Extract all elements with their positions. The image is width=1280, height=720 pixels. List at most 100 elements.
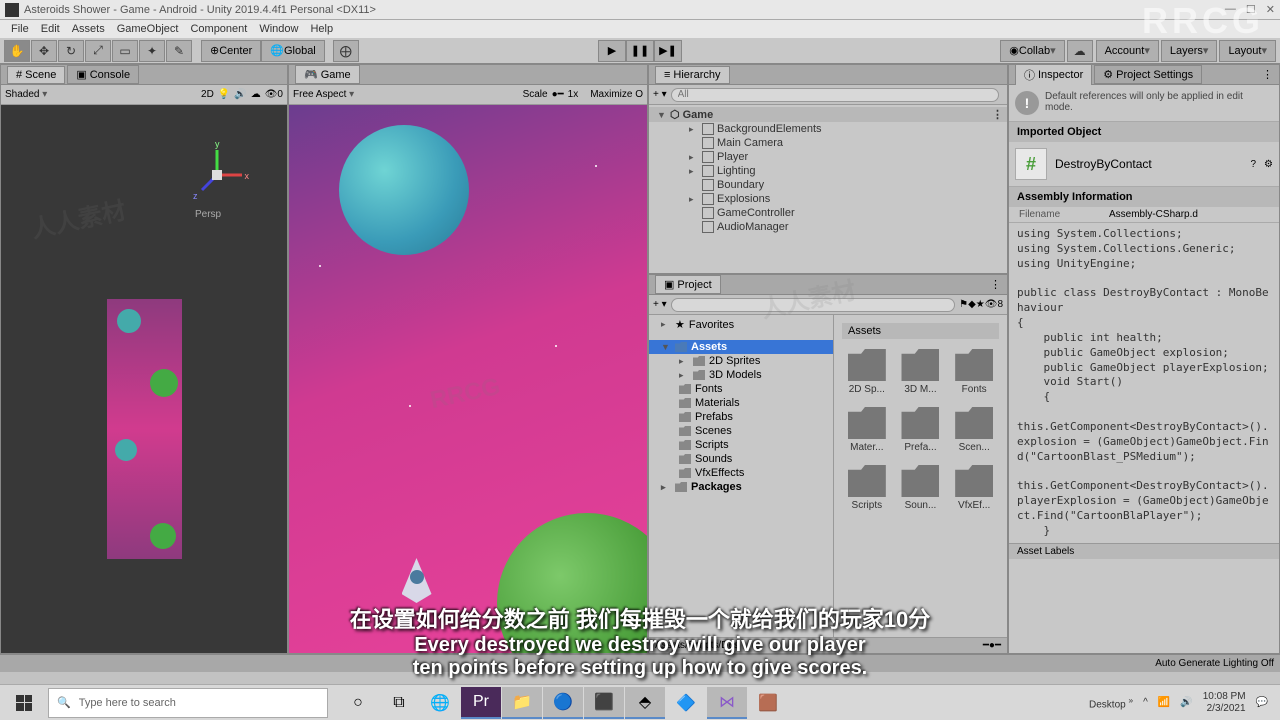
project-tree[interactable]: ▸★ Favorites ▼ Assets ▸ 2D Sprites ▸ 3D … — [649, 315, 834, 637]
scene-view[interactable]: x y z Persp — [1, 105, 287, 653]
scale-slider[interactable]: ●━ — [552, 89, 564, 100]
layout-dropdown[interactable]: Layout — [1219, 40, 1276, 62]
scale-tool[interactable]: ⤢ — [85, 40, 111, 62]
tab-game[interactable]: 🎮 Game — [295, 65, 360, 84]
taskbar-clock[interactable]: 10:08 PM 2/3/2021 — [1203, 691, 1246, 715]
task-taskview[interactable]: ⧉ — [379, 687, 419, 719]
desktop-toolbar[interactable]: Desktop » — [1089, 695, 1133, 710]
task-explorer[interactable]: 📁 — [502, 687, 542, 719]
hierarchy-list[interactable]: ▼⬡ Game⋮ ▸ BackgroundElements Main Camer… — [649, 105, 1007, 273]
maximize-button[interactable]: ☐ — [1246, 3, 1256, 16]
menu-component[interactable]: Component — [184, 23, 253, 35]
task-premiere[interactable]: Pr — [461, 687, 501, 719]
hierarchy-item[interactable]: GameController — [649, 206, 1007, 220]
grid-folder[interactable]: 2D Sp... — [842, 345, 892, 399]
close-button[interactable]: ✕ — [1266, 3, 1275, 16]
notifications-button[interactable]: 💬 — [1256, 697, 1268, 708]
project-folder[interactable]: Materials — [649, 396, 833, 410]
task-vs[interactable]: ⋈ — [707, 687, 747, 719]
gizmo-toggle[interactable]: 👁0 — [265, 89, 283, 100]
project-folder[interactable]: Scenes — [649, 424, 833, 438]
grid-folder[interactable]: Prefa... — [896, 403, 946, 457]
task-chrome[interactable]: 🔵 — [543, 687, 583, 719]
hierarchy-search[interactable] — [671, 88, 999, 102]
grid-folder[interactable]: Scripts — [842, 461, 892, 515]
pivot-toggle[interactable]: ⊕Center — [201, 40, 261, 62]
lighting-toggle[interactable]: 💡 — [218, 89, 230, 100]
task-unity[interactable]: ⬘ — [625, 687, 665, 719]
collab-dropdown[interactable]: ◉ Collab — [1000, 40, 1064, 62]
project-favorites[interactable]: ▸★ Favorites — [649, 317, 833, 332]
project-folder[interactable]: ▸ 3D Models — [649, 368, 833, 382]
project-folder[interactable]: VfxEffects — [649, 466, 833, 480]
hierarchy-item[interactable]: Main Camera — [649, 136, 1007, 150]
rotate-tool[interactable]: ↻ — [58, 40, 84, 62]
task-cortana[interactable]: ○ — [338, 687, 378, 719]
orientation-gizmo[interactable]: x y z Persp — [187, 145, 247, 205]
move-tool[interactable]: ✥ — [31, 40, 57, 62]
transform-tool[interactable]: ✦ — [139, 40, 165, 62]
menu-file[interactable]: File — [5, 23, 35, 35]
hierarchy-item[interactable]: ▸ BackgroundElements — [649, 122, 1007, 136]
tab-inspector[interactable]: ⓘ Inspector — [1015, 64, 1092, 86]
task-app2[interactable]: 🔷 — [666, 687, 706, 719]
space-toggle[interactable]: 🌐Global — [261, 40, 325, 62]
tab-hierarchy[interactable]: ≡ Hierarchy — [655, 66, 730, 84]
gear-icon[interactable]: ⚙ — [1264, 159, 1273, 170]
fx-toggle[interactable]: ☁ — [251, 89, 261, 100]
tab-project[interactable]: ▣ Project — [655, 275, 721, 294]
project-assets-root[interactable]: ▼ Assets — [649, 340, 833, 354]
task-app3[interactable]: 🟫 — [748, 687, 788, 719]
project-folder[interactable]: Fonts — [649, 382, 833, 396]
project-grid[interactable]: Assets 2D Sp... 3D M... Fonts Mater... P… — [834, 315, 1007, 637]
step-button[interactable]: ▶❚ — [654, 40, 682, 62]
hierarchy-scene-root[interactable]: ▼⬡ Game⋮ — [649, 107, 1007, 122]
project-folder[interactable]: Prefabs — [649, 410, 833, 424]
minimize-button[interactable]: — — [1225, 3, 1236, 16]
tab-scene[interactable]: # Scene — [7, 66, 65, 84]
hand-tool[interactable]: ✋ — [4, 40, 30, 62]
pause-button[interactable]: ❚❚ — [626, 40, 654, 62]
create-dropdown[interactable]: + ▾ — [653, 89, 667, 100]
tray-network[interactable]: 📶 — [1158, 697, 1170, 708]
project-folder[interactable]: ▸ 2D Sprites — [649, 354, 833, 368]
menu-window[interactable]: Window — [253, 23, 304, 35]
help-icon[interactable]: ? — [1250, 159, 1256, 170]
grid-folder[interactable]: Scen... — [949, 403, 999, 457]
account-dropdown[interactable]: Account — [1096, 40, 1159, 62]
filter-icon2[interactable]: ◆ — [968, 299, 976, 310]
play-button[interactable]: ▶ — [598, 40, 626, 62]
2d-toggle[interactable]: 2D — [201, 89, 214, 100]
maximize-toggle[interactable]: Maximize O — [590, 89, 643, 100]
hierarchy-item[interactable]: ▸ Explosions — [649, 192, 1007, 206]
project-folder[interactable]: Scripts — [649, 438, 833, 452]
tab-console[interactable]: ▣ Console — [67, 65, 139, 84]
start-button[interactable] — [4, 687, 44, 719]
tab-project-settings[interactable]: ⚙ Project Settings — [1094, 65, 1202, 84]
hierarchy-item[interactable]: AudioManager — [649, 220, 1007, 234]
grid-folder[interactable]: 3D M... — [896, 345, 946, 399]
game-view[interactable] — [289, 105, 647, 653]
taskbar-search[interactable]: 🔍 Type here to search — [48, 688, 328, 718]
menu-assets[interactable]: Assets — [66, 23, 111, 35]
grid-folder[interactable]: Fonts — [949, 345, 999, 399]
save-icon[interactable]: ★ — [976, 299, 985, 310]
cloud-button[interactable]: ☁ — [1067, 40, 1093, 62]
task-app[interactable]: ⬛ — [584, 687, 624, 719]
tray-volume[interactable]: 🔊 — [1180, 697, 1192, 708]
custom-tool[interactable]: ✎ — [166, 40, 192, 62]
hierarchy-item[interactable]: ▸ Lighting — [649, 164, 1007, 178]
task-edge[interactable]: 🌐 — [420, 687, 460, 719]
project-packages[interactable]: ▸ Packages — [649, 480, 833, 494]
menu-edit[interactable]: Edit — [35, 23, 66, 35]
grid-folder[interactable]: Soun... — [896, 461, 946, 515]
snap-button[interactable]: ⨁ — [333, 40, 359, 62]
project-search[interactable] — [671, 298, 955, 312]
grid-folder[interactable]: VfxEf... — [949, 461, 999, 515]
grid-size-slider[interactable]: ━●━ — [983, 640, 1001, 651]
filter-icon[interactable]: ⚑ — [959, 299, 968, 310]
hierarchy-item[interactable]: ▸ Player — [649, 150, 1007, 164]
asset-labels[interactable]: Asset Labels — [1009, 543, 1279, 559]
layers-dropdown[interactable]: Layers — [1161, 40, 1218, 62]
aspect-dropdown[interactable]: Free Aspect — [293, 89, 354, 100]
